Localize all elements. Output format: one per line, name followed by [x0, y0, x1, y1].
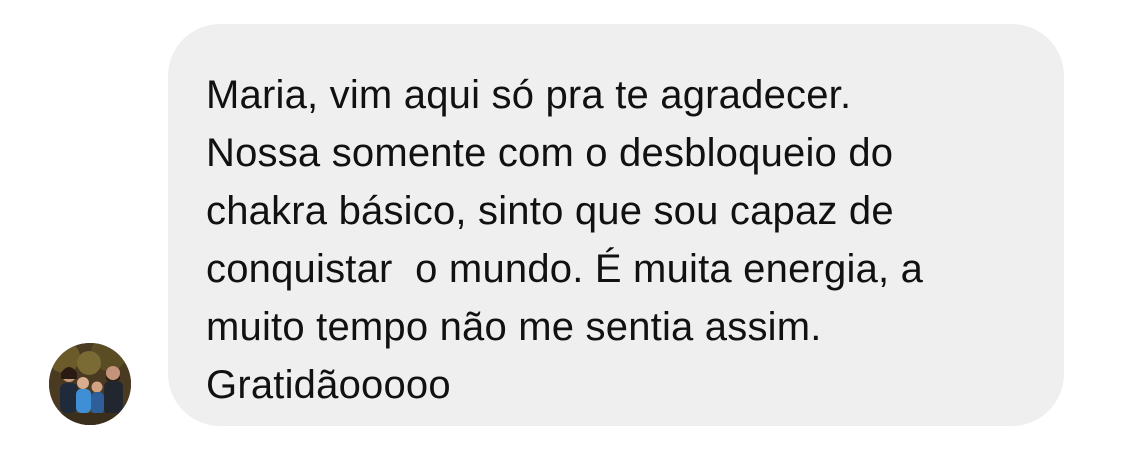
- message-bubble[interactable]: Maria, vim aqui só pra te agradecer. Nos…: [168, 24, 1064, 426]
- message-text: Maria, vim aqui só pra te agradecer. Nos…: [206, 73, 924, 407]
- family-photo-avatar-icon: [49, 343, 131, 425]
- message-thread: Maria, vim aqui só pra te agradecer. Nos…: [0, 0, 1145, 454]
- sender-avatar[interactable]: [49, 343, 131, 425]
